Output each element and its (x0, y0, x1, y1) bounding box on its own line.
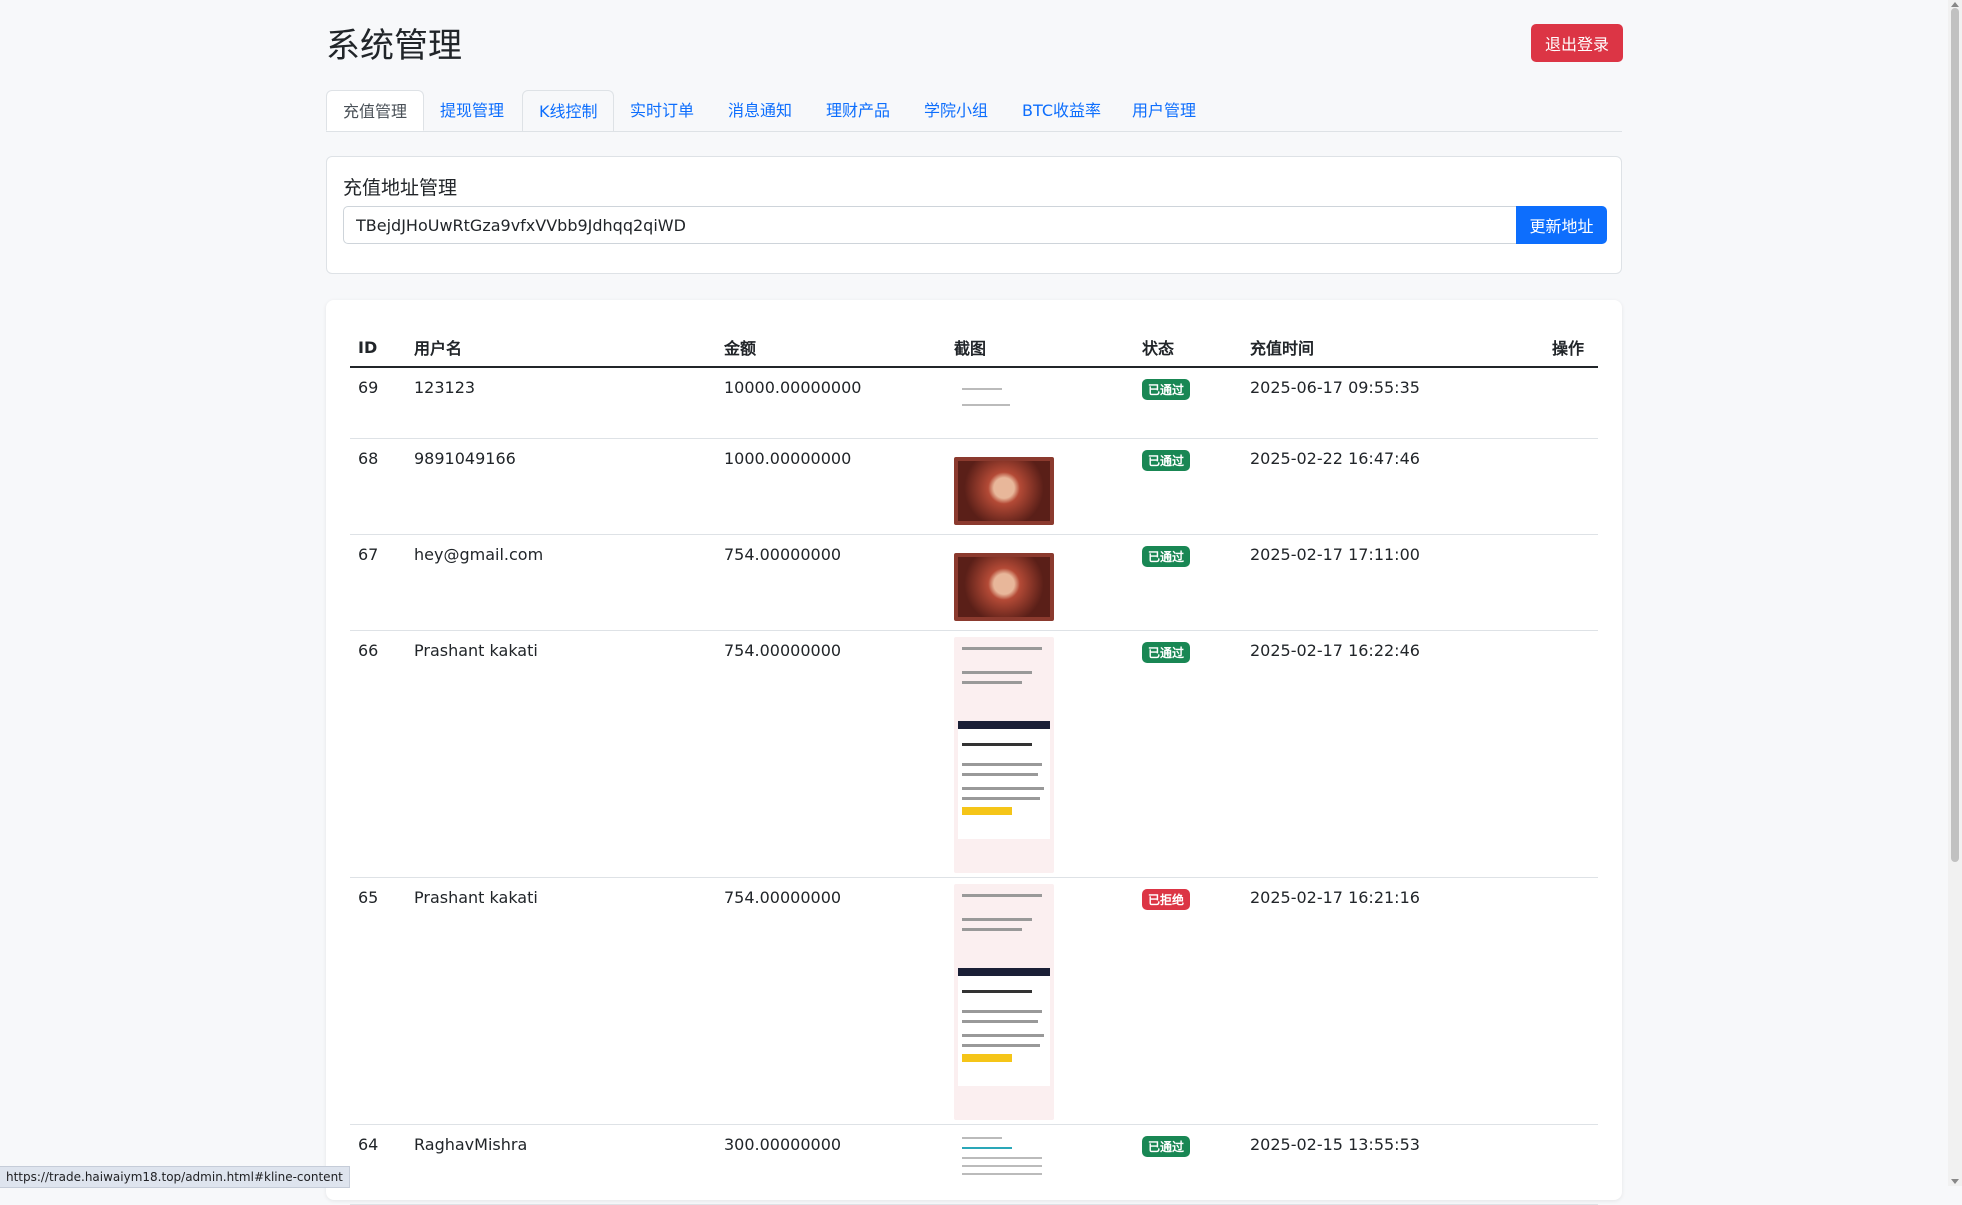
cell-time: 2025-02-22 16:47:46 (1242, 438, 1544, 535)
cell-time: 2025-02-17 16:22:46 (1242, 630, 1544, 878)
table-row: 64 RaghavMishra 300.00000000 已通过 2025-02… (350, 1124, 1598, 1205)
address-card: 充值地址管理 更新地址 (326, 156, 1622, 274)
table-row: 68 9891049166 1000.00000000 已通过 2025-02-… (350, 438, 1598, 535)
col-status: 状态 (1134, 328, 1242, 368)
tab-btc-yield[interactable]: BTC收益率 (1006, 90, 1116, 131)
status-badge: 已通过 (1142, 450, 1191, 471)
screenshot-thumbnail[interactable] (954, 637, 1054, 873)
cell-id: 68 (350, 438, 406, 535)
cell-action (1544, 1124, 1598, 1205)
cell-username: Prashant kakati (406, 630, 716, 878)
col-id: ID (350, 328, 406, 368)
tab-kline[interactable]: K线控制 (522, 90, 614, 131)
cell-amount: 1000.00000000 (716, 438, 946, 535)
status-badge: 已通过 (1142, 546, 1191, 567)
cell-amount: 754.00000000 (716, 630, 946, 878)
cell-time: 2025-06-17 09:55:35 (1242, 367, 1544, 439)
nav-tabs: 充值管理 提现管理 K线控制 实时订单 消息通知 理财产品 学院小组 BTC收益… (326, 90, 1622, 132)
recharge-table: ID 用户名 金额 截图 状态 充值时间 操作 69 123123 10000.… (350, 328, 1598, 1205)
status-badge: 已通过 (1142, 642, 1191, 663)
screenshot-thumbnail[interactable] (954, 1131, 1054, 1189)
scroll-up-icon[interactable] (1951, 2, 1959, 7)
cell-id: 66 (350, 630, 406, 878)
cell-action (1544, 630, 1598, 878)
cell-amount: 754.00000000 (716, 877, 946, 1125)
cell-username: 123123 (406, 367, 716, 439)
cell-amount: 754.00000000 (716, 534, 946, 631)
table-row: 65 Prashant kakati 754.00000000 已拒绝 2025… (350, 877, 1598, 1125)
table-row: 66 Prashant kakati 754.00000000 已通过 2025… (350, 630, 1598, 878)
tab-products[interactable]: 理财产品 (810, 90, 908, 131)
logout-button[interactable]: 退出登录 (1531, 24, 1623, 62)
cell-id: 64 (350, 1124, 406, 1205)
scroll-down-icon[interactable] (1951, 1179, 1959, 1184)
tab-messages[interactable]: 消息通知 (712, 90, 810, 131)
cell-time: 2025-02-17 16:21:16 (1242, 877, 1544, 1125)
status-badge: 已通过 (1142, 379, 1191, 400)
page-scrollbar[interactable] (1948, 0, 1962, 1186)
tab-users[interactable]: 用户管理 (1116, 90, 1214, 131)
tab-orders[interactable]: 实时订单 (614, 90, 712, 131)
table-header-row: ID 用户名 金额 截图 状态 充值时间 操作 (350, 328, 1598, 368)
table-row: 69 123123 10000.00000000 已通过 2025-06-17 … (350, 367, 1598, 439)
cell-time: 2025-02-15 13:55:53 (1242, 1124, 1544, 1205)
scrollbar-thumb[interactable] (1951, 8, 1959, 862)
browser-status-bar: https://trade.haiwaiym18.top/admin.html#… (0, 1166, 350, 1188)
col-username: 用户名 (406, 328, 716, 368)
col-action: 操作 (1544, 328, 1598, 368)
cell-amount: 300.00000000 (716, 1124, 946, 1205)
status-badge: 已拒绝 (1142, 889, 1191, 910)
address-card-heading: 充值地址管理 (343, 177, 458, 199)
cell-action (1544, 438, 1598, 535)
col-amount: 金额 (716, 328, 946, 368)
recharge-table-card: ID 用户名 金额 截图 状态 充值时间 操作 69 123123 10000.… (326, 300, 1622, 1205)
screenshot-thumbnail[interactable] (954, 457, 1054, 525)
cell-username: hey@gmail.com (406, 534, 716, 631)
address-input[interactable] (343, 206, 1517, 244)
status-badge: 已通过 (1142, 1136, 1191, 1157)
table-row: 67 hey@gmail.com 754.00000000 已通过 2025-0… (350, 534, 1598, 631)
cell-username: 9891049166 (406, 438, 716, 535)
cell-username: Prashant kakati (406, 877, 716, 1125)
cell-time: 2025-02-17 17:11:00 (1242, 534, 1544, 631)
screenshot-thumbnail[interactable] (954, 553, 1054, 621)
cell-action (1544, 877, 1598, 1125)
col-time: 充值时间 (1242, 328, 1544, 368)
page-title: 系统管理 (326, 26, 462, 66)
tab-recharge[interactable]: 充值管理 (326, 90, 424, 131)
cell-username: RaghavMishra (406, 1124, 716, 1205)
cell-action (1544, 534, 1598, 631)
cell-amount: 10000.00000000 (716, 367, 946, 439)
screenshot-thumbnail[interactable] (954, 374, 1054, 438)
screenshot-thumbnail[interactable] (954, 884, 1054, 1120)
tab-withdraw[interactable]: 提现管理 (424, 90, 522, 131)
cell-id: 69 (350, 367, 406, 439)
col-screenshot: 截图 (946, 328, 1134, 368)
cell-action (1544, 367, 1598, 439)
cell-id: 65 (350, 877, 406, 1125)
tab-academy[interactable]: 学院小组 (908, 90, 1006, 131)
cell-id: 67 (350, 534, 406, 631)
update-address-button[interactable]: 更新地址 (1516, 206, 1607, 244)
